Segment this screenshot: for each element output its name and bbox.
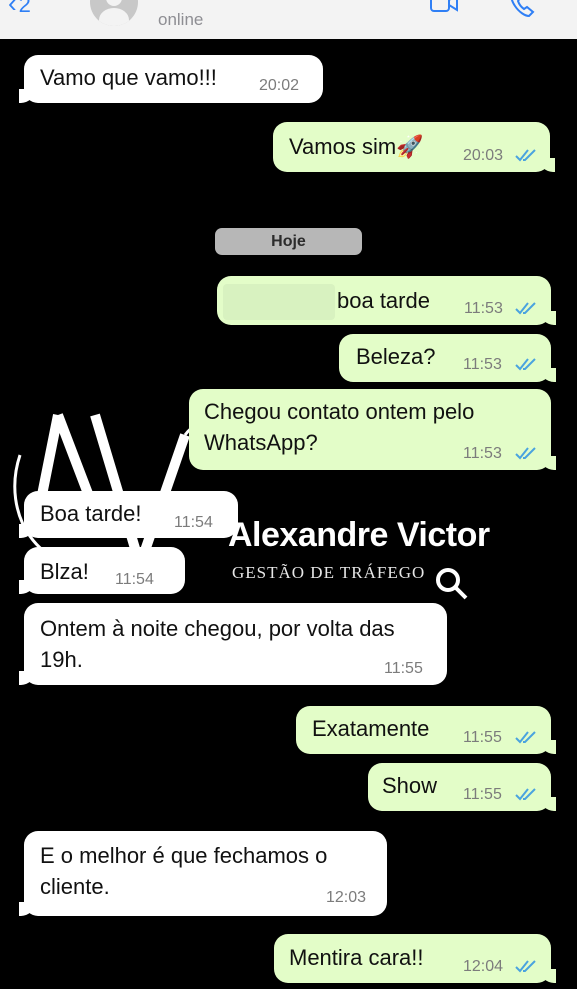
message-time: 11:54	[174, 514, 213, 531]
chevron-left-icon: ‹	[8, 0, 17, 18]
message-incoming[interactable]: Blza! 11:54	[19, 547, 185, 594]
phone-icon[interactable]	[509, 0, 535, 18]
message-outgoing[interactable]: Exatamente 11:55	[296, 706, 556, 754]
message-text: Vamos sim🚀	[289, 134, 424, 159]
message-incoming[interactable]: Vamo que vamo!!! 20:02	[19, 55, 323, 103]
double-check-icon	[515, 302, 536, 315]
message-time: 20:02	[259, 77, 300, 94]
message-outgoing[interactable]: Chegou contato ontem pelo WhatsApp? 11:5…	[189, 389, 556, 470]
message-time: 11:54	[115, 571, 154, 588]
unread-count: 2	[18, 0, 31, 17]
message-text: Show	[382, 773, 438, 798]
double-check-icon	[515, 447, 536, 460]
message-time: 11:55	[463, 786, 502, 803]
redacted-area	[223, 284, 335, 320]
message-time: 11:53	[463, 445, 502, 462]
double-check-icon	[515, 731, 536, 744]
back-button[interactable]: ‹2	[8, 0, 31, 19]
message-text: Exatamente	[312, 716, 430, 741]
chat-header: ‹2 online	[0, 0, 577, 39]
message-outgoing[interactable]: boa tarde 11:53	[217, 276, 556, 325]
double-check-icon	[515, 788, 536, 801]
message-incoming[interactable]: Boa tarde! 11:54	[19, 491, 238, 538]
double-check-icon	[515, 149, 536, 162]
message-incoming[interactable]: Ontem à noite chegou, por volta das 19h.…	[19, 603, 447, 685]
message-time: 11:55	[384, 660, 423, 677]
message-text: boa tarde	[337, 288, 430, 313]
message-time: 11:53	[464, 300, 503, 317]
message-incoming[interactable]: E o melhor é que fechamos o cliente. 12:…	[19, 831, 387, 916]
video-camera-icon[interactable]	[430, 0, 458, 14]
message-text: Boa tarde!	[40, 501, 142, 526]
magnifier-icon	[436, 568, 468, 600]
message-time: 11:55	[463, 729, 502, 746]
message-time: 20:03	[463, 147, 504, 164]
watermark-tagline: GESTÃO DE TRÁFEGO	[232, 563, 426, 582]
message-text: Beleza?	[356, 344, 436, 369]
contact-status: online	[158, 10, 204, 29]
message-outgoing[interactable]: Show 11:55	[368, 763, 556, 811]
message-text: Vamo que vamo!!!	[40, 65, 217, 90]
message-outgoing[interactable]: Beleza? 11:53	[339, 334, 556, 382]
message-time: 12:03	[326, 889, 367, 906]
message-text: Blza!	[40, 559, 89, 584]
day-separator: Hoje	[215, 228, 362, 255]
watermark-name: Alexandre Victor	[228, 516, 490, 554]
message-time: 12:04	[463, 958, 504, 975]
message-text: Ontem à noite chegou, por volta das 19h.	[40, 616, 395, 672]
message-text: Mentira cara!!	[289, 945, 424, 970]
message-outgoing[interactable]: Vamos sim🚀 20:03	[273, 122, 555, 172]
double-check-icon	[515, 960, 536, 973]
message-time: 11:53	[463, 356, 502, 373]
double-check-icon	[515, 358, 536, 371]
avatar[interactable]	[90, 0, 138, 26]
message-outgoing[interactable]: Mentira cara!! 12:04	[274, 934, 556, 983]
